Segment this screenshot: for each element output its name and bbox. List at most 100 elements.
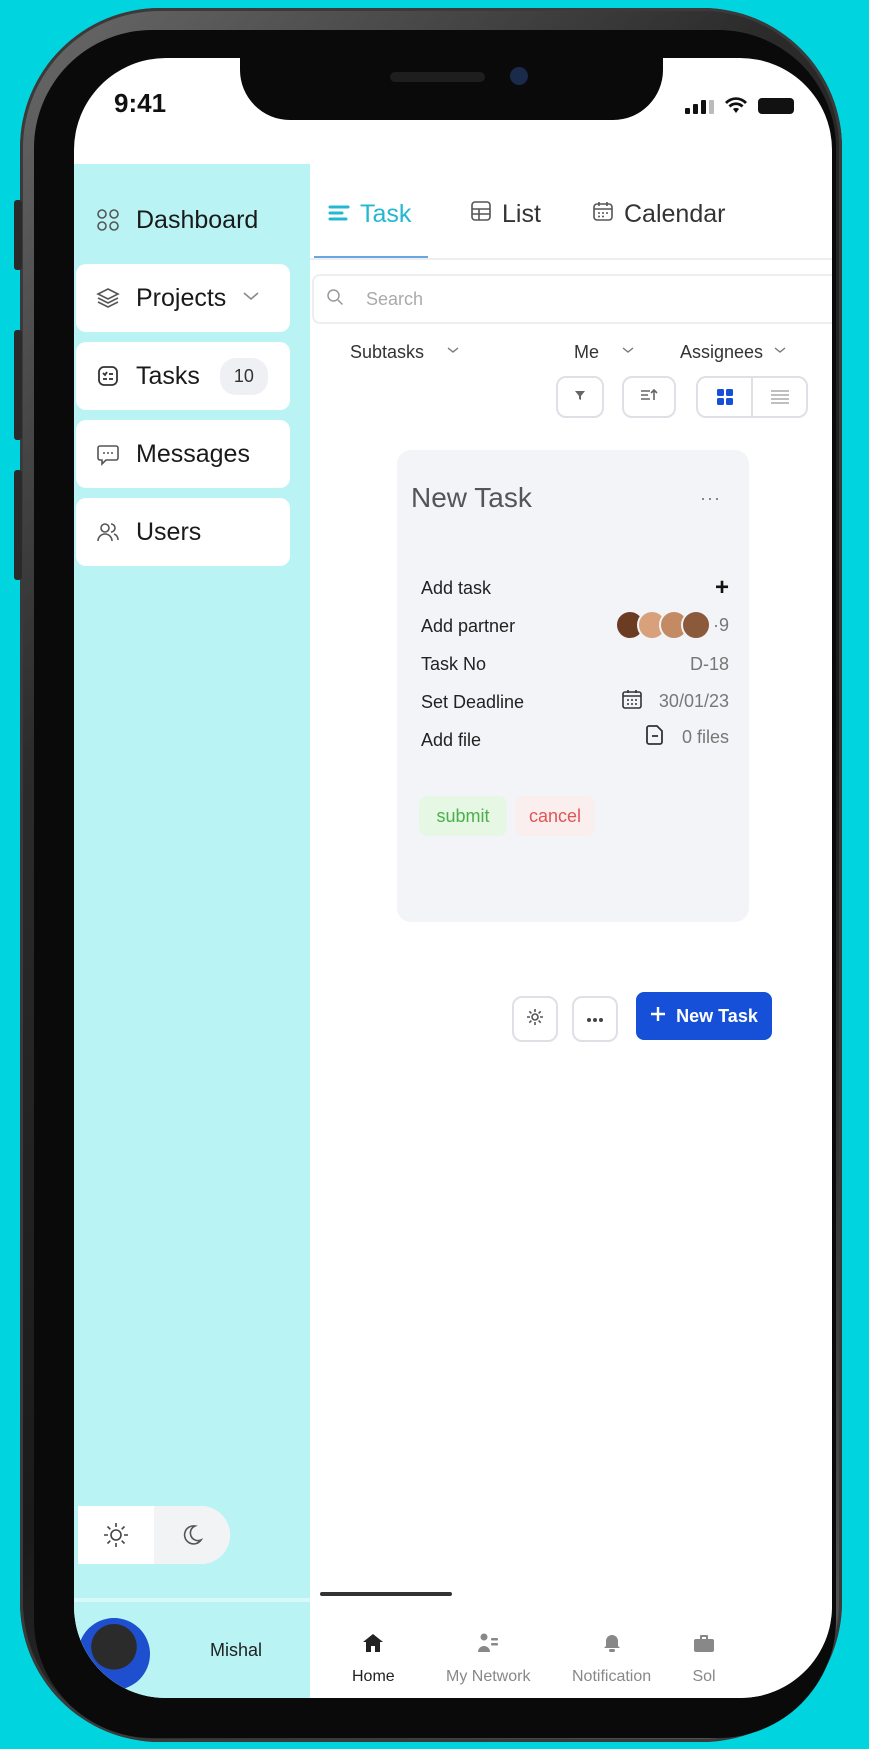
theme-toggle[interactable] bbox=[78, 1506, 230, 1564]
user-profile[interactable]: Mishal bbox=[74, 1598, 310, 1698]
more-options-icon[interactable]: ··· bbox=[700, 488, 721, 509]
settings-button[interactable] bbox=[512, 996, 558, 1042]
search-placeholder: Search bbox=[366, 288, 424, 309]
screen: 9:41 Dashboard Projects Tasks 10 Message… bbox=[74, 58, 832, 1698]
tab-label: List bbox=[502, 200, 541, 228]
search-input[interactable]: Search bbox=[312, 274, 832, 324]
filter-label: Me bbox=[574, 342, 600, 362]
add-file-button[interactable]: 0 files bbox=[644, 724, 729, 751]
grid-icon bbox=[96, 208, 120, 232]
bottom-nav: Home My Network Notification Sol bbox=[310, 1592, 832, 1698]
chevron-down-icon bbox=[242, 289, 260, 307]
filter-button[interactable] bbox=[556, 376, 604, 418]
add-partner-label: Add partner bbox=[421, 616, 516, 636]
active-nav-indicator bbox=[320, 1592, 452, 1596]
status-icons bbox=[685, 96, 794, 114]
table-icon bbox=[470, 200, 492, 229]
tab-label: Task bbox=[360, 200, 412, 228]
tab-list[interactable]: List bbox=[470, 200, 541, 229]
sidebar-item-users[interactable]: Users bbox=[76, 498, 290, 566]
sidebar-item-label: Messages bbox=[136, 439, 250, 468]
sidebar-item-projects[interactable]: Projects bbox=[76, 264, 290, 332]
tab-calendar[interactable]: Calendar bbox=[592, 200, 725, 229]
tab-task[interactable]: Task bbox=[328, 200, 411, 229]
nav-label: Notification bbox=[572, 1668, 652, 1685]
moon-icon[interactable] bbox=[154, 1506, 230, 1564]
home-icon bbox=[362, 1632, 384, 1660]
side-button bbox=[14, 330, 22, 440]
speaker bbox=[390, 72, 485, 82]
sidebar-item-tasks[interactable]: Tasks 10 bbox=[76, 342, 290, 410]
file-count: 0 files bbox=[681, 727, 729, 747]
status-time: 9:41 bbox=[114, 88, 167, 118]
chevron-down-icon bbox=[621, 342, 635, 363]
tab-label: Calendar bbox=[624, 200, 726, 228]
nav-sol[interactable]: Sol bbox=[692, 1632, 716, 1686]
side-button bbox=[14, 470, 22, 580]
calendar-icon bbox=[592, 200, 614, 229]
chevron-down-icon bbox=[773, 342, 787, 363]
nav-home[interactable]: Home bbox=[352, 1632, 395, 1686]
avatar bbox=[680, 610, 711, 640]
add-task-button[interactable]: + bbox=[715, 574, 729, 602]
new-task-button[interactable]: New Task bbox=[636, 992, 772, 1040]
plus-icon bbox=[650, 1006, 666, 1027]
list-view-icon[interactable] bbox=[751, 378, 806, 416]
users-icon bbox=[96, 520, 120, 544]
more-icon bbox=[586, 1010, 604, 1028]
lines-icon bbox=[328, 200, 350, 229]
gear-icon bbox=[526, 1008, 544, 1031]
deadline-picker[interactable]: 30/01/23 bbox=[621, 688, 729, 715]
filter-assignees[interactable]: Assignees bbox=[680, 342, 787, 363]
grid-view-icon[interactable] bbox=[698, 378, 751, 416]
battery-icon bbox=[758, 98, 794, 114]
briefcase-icon bbox=[692, 1632, 716, 1660]
nav-my-network[interactable]: My Network bbox=[446, 1632, 530, 1686]
sidebar-item-messages[interactable]: Messages bbox=[76, 420, 290, 488]
sidebar-item-label: Users bbox=[136, 517, 202, 546]
view-mode-toggle bbox=[696, 376, 808, 418]
filter-me[interactable]: Me bbox=[574, 342, 635, 363]
task-no-value: D-18 bbox=[689, 654, 729, 674]
sidebar-item-label: Dashboard bbox=[136, 205, 259, 234]
filter-label: Subtasks bbox=[350, 342, 425, 362]
new-task-card: New Task ··· Add task + Add partner ·9 T… bbox=[397, 450, 749, 922]
task-no-label: Task No bbox=[421, 654, 487, 674]
sort-icon bbox=[639, 387, 659, 408]
search-icon bbox=[326, 288, 344, 311]
divider bbox=[310, 258, 832, 260]
nav-label: My Network bbox=[446, 1668, 531, 1685]
notch bbox=[240, 58, 663, 120]
camera bbox=[510, 67, 528, 85]
cancel-button[interactable]: cancel bbox=[515, 796, 595, 836]
new-task-label: New Task bbox=[676, 1005, 758, 1026]
calendar-icon bbox=[621, 688, 643, 715]
sort-button[interactable] bbox=[622, 376, 676, 418]
add-task-label: Add task bbox=[421, 578, 492, 598]
submit-button[interactable]: submit bbox=[419, 796, 507, 836]
filter-label: Assignees bbox=[680, 342, 764, 362]
nav-notification[interactable]: Notification bbox=[572, 1632, 651, 1686]
nav-label: Home bbox=[352, 1668, 395, 1685]
more-button[interactable] bbox=[572, 996, 618, 1042]
sidebar-item-label: Projects bbox=[136, 283, 227, 312]
partner-count: ·9 bbox=[712, 614, 729, 635]
sidebar-item-label: Tasks bbox=[136, 361, 200, 390]
filter-subtasks[interactable]: Subtasks bbox=[350, 342, 460, 363]
card-title: New Task bbox=[411, 482, 532, 513]
funnel-icon bbox=[574, 388, 586, 406]
tasklist-icon bbox=[96, 364, 120, 388]
sun-icon[interactable] bbox=[78, 1506, 154, 1564]
signal-icon bbox=[685, 100, 714, 114]
file-icon bbox=[644, 724, 666, 751]
partner-avatars[interactable]: ·9 bbox=[614, 610, 729, 640]
layers-icon bbox=[96, 286, 120, 310]
add-file-label: Add file bbox=[421, 730, 482, 750]
sidebar-item-dashboard[interactable]: Dashboard bbox=[76, 186, 290, 254]
network-icon bbox=[476, 1632, 500, 1660]
task-count-badge: 10 bbox=[219, 357, 268, 395]
deadline-value: 30/01/23 bbox=[658, 691, 729, 711]
sidebar: Dashboard Projects Tasks 10 Messages Use… bbox=[74, 164, 310, 1698]
plus-icon: + bbox=[714, 574, 729, 601]
user-name: Mishal bbox=[210, 1640, 263, 1660]
